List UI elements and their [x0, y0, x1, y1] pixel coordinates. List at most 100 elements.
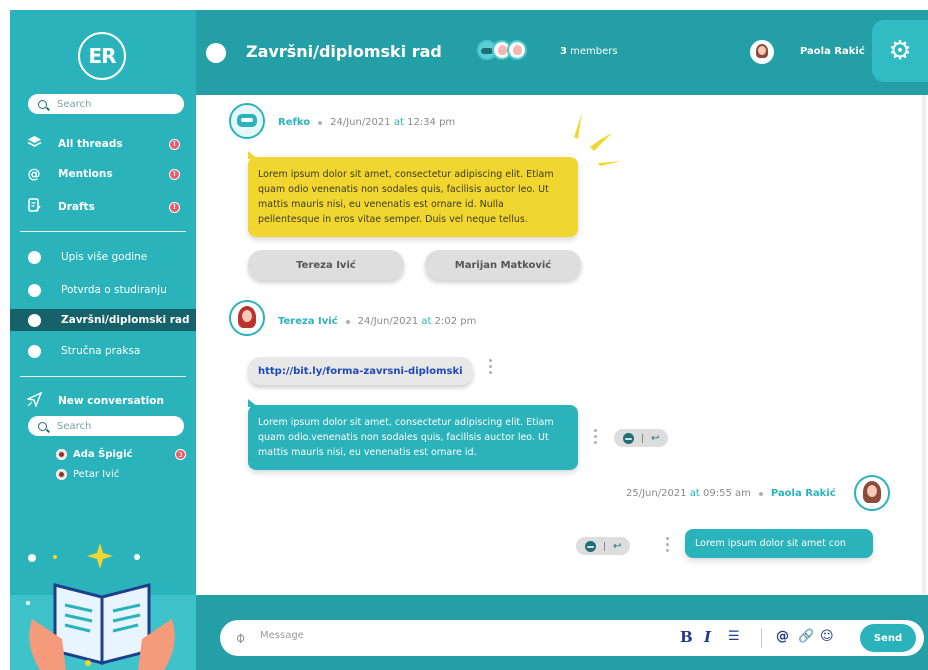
drafts-icon [26, 197, 42, 217]
paola-avatar[interactable] [854, 475, 890, 511]
send-button[interactable]: Send [860, 624, 916, 652]
message-meta: Tereza Ivić 24/Jun/2021 at 2:02 pm [278, 316, 476, 327]
message-options-kebab-icon[interactable] [594, 429, 598, 444]
reaction-separator [604, 541, 605, 551]
send-plane-icon [25, 391, 42, 411]
thread-label: Stručna praksa [61, 345, 141, 357]
message-composer: ⌀ B I ☰ @ 🔗 ☺ Send [220, 620, 924, 656]
thread-potvrda[interactable]: Potvrda o studiranju [10, 279, 196, 301]
contact-name: Petar Ivić [73, 469, 120, 480]
emoji-reaction-icon[interactable] [585, 540, 596, 552]
message-at: at [421, 316, 432, 327]
chat-messages: Refko 24/Jun/2021 at 12:34 pm Lorem ipsu… [196, 95, 928, 595]
layers-icon [26, 135, 42, 153]
attachment-icon[interactable]: ⌀ [232, 629, 249, 646]
reading-book-illustration [10, 543, 196, 670]
nav-mentions[interactable]: @ Mentions ! [26, 163, 186, 185]
search-icon [38, 99, 47, 109]
scrollbar[interactable] [922, 95, 926, 595]
nav-mentions-badge: ! [169, 168, 180, 180]
contact-name: Ada Špigić [73, 449, 133, 460]
reaction-bar[interactable]: ↩ [576, 537, 631, 555]
message-time: 2:02 pm [434, 316, 477, 327]
message-meta: 25/Jun/2021 at 09:55 am Paola Rakić [626, 488, 836, 499]
reaction-separator [642, 433, 643, 443]
contact-petar[interactable]: Petar Ivić [56, 469, 119, 480]
nav-all-threads-label: All threads [58, 138, 123, 150]
thread-dot-icon [28, 250, 41, 264]
message-date: 25/Jun/2021 [626, 488, 687, 499]
thread-praksa[interactable]: Stručna praksa [10, 340, 196, 362]
chat-header: Završni/diplomski rad 3 members Paola Ra… [196, 10, 928, 95]
nav-all-threads-badge: ! [169, 138, 180, 150]
option-button-marijan[interactable]: Marijan Matković [425, 250, 581, 280]
logo[interactable]: ER [78, 32, 126, 80]
avatar [507, 40, 527, 60]
at-icon: @ [27, 166, 41, 182]
emoji-reaction-icon[interactable] [623, 432, 634, 444]
page-title: Završni/diplomski rad [246, 42, 442, 61]
new-conversation-button[interactable]: New conversation [25, 390, 186, 412]
shared-link[interactable]: http://bit.ly/forma-zavrsni-diplomski [248, 357, 473, 385]
gear-icon: ⚙ [888, 36, 912, 66]
thread-status-dot-icon [206, 43, 226, 63]
message-options-kebab-icon[interactable] [666, 537, 670, 552]
message-bubble: Lorem ipsum dolor sit amet, consectetur … [248, 399, 578, 470]
contact-unread-badge: 3 [175, 449, 186, 460]
message-author[interactable]: Tereza Ivić [278, 316, 338, 327]
current-user-name[interactable]: Paola Rakić [800, 46, 865, 57]
contact-ada[interactable]: Ada Špigić 3 [56, 449, 186, 460]
reaction-bar[interactable]: ↩ [614, 429, 669, 447]
refko-avatar[interactable] [229, 103, 265, 139]
members-count[interactable]: 3 members [560, 46, 618, 57]
sidebar-divider [20, 376, 186, 377]
thread-zavrsni[interactable]: Završni/diplomski rad [10, 309, 196, 331]
list-button[interactable]: ☰ [728, 629, 740, 644]
members-number: 3 [560, 46, 567, 57]
member-avatars[interactable] [477, 40, 527, 60]
option-button-tereza[interactable]: Tereza Ivić [248, 250, 404, 280]
nav-all-threads[interactable]: All threads ! [26, 133, 186, 155]
message-date: 24/Jun/2021 [357, 316, 419, 327]
message-at: at [393, 117, 404, 128]
members-label: members [570, 46, 618, 57]
reply-icon[interactable]: ↩ [613, 541, 621, 552]
contact-search[interactable] [28, 416, 184, 436]
search-icon [38, 421, 47, 431]
thread-dot-icon [28, 313, 41, 327]
thread-search-input[interactable] [57, 98, 177, 110]
link-button[interactable]: 🔗 [798, 629, 814, 644]
thread-dot-icon [28, 344, 41, 358]
thread-upis[interactable]: Upis više godine [10, 246, 196, 268]
meta-separator [758, 491, 763, 496]
thread-dot-icon [28, 283, 41, 297]
thread-search[interactable] [28, 94, 184, 114]
message-time: 09:55 am [702, 488, 751, 499]
bold-button[interactable]: B [680, 628, 693, 646]
settings-button[interactable]: ⚙ [872, 20, 928, 82]
message-bubble: Lorem ipsum dolor sit amet, consectetur … [248, 151, 578, 237]
mention-button[interactable]: @ [776, 629, 789, 644]
contact-search-input[interactable] [57, 420, 177, 432]
tereza-avatar[interactable] [229, 300, 265, 336]
nav-drafts[interactable]: Drafts ! [26, 196, 186, 218]
meta-separator [318, 120, 323, 125]
nav-drafts-label: Drafts [58, 201, 95, 213]
nav-mentions-label: Mentions [58, 168, 113, 180]
link-options-kebab-icon[interactable] [489, 359, 493, 374]
reply-icon[interactable]: ↩ [651, 433, 659, 444]
italic-button[interactable]: I [704, 628, 711, 646]
message-author[interactable]: Refko [278, 117, 310, 128]
user-avatar[interactable] [750, 40, 774, 64]
message-time: 12:34 pm [407, 117, 456, 128]
message-author[interactable]: Paola Rakić [771, 488, 836, 499]
avatar [56, 449, 67, 460]
message-bubble: Lorem ipsum dolor sit amet con [685, 529, 873, 558]
sidebar: ER All threads ! @ Mentions ! Drafts ! U… [10, 10, 196, 670]
message-input[interactable] [260, 630, 660, 641]
toolbar-separator [761, 628, 762, 648]
message-meta: Refko 24/Jun/2021 at 12:34 pm [278, 117, 455, 128]
thread-label: Završni/diplomski rad [61, 314, 190, 326]
emoji-button[interactable]: ☺ [820, 629, 834, 644]
thread-label: Potvrda o studiranju [61, 284, 167, 296]
